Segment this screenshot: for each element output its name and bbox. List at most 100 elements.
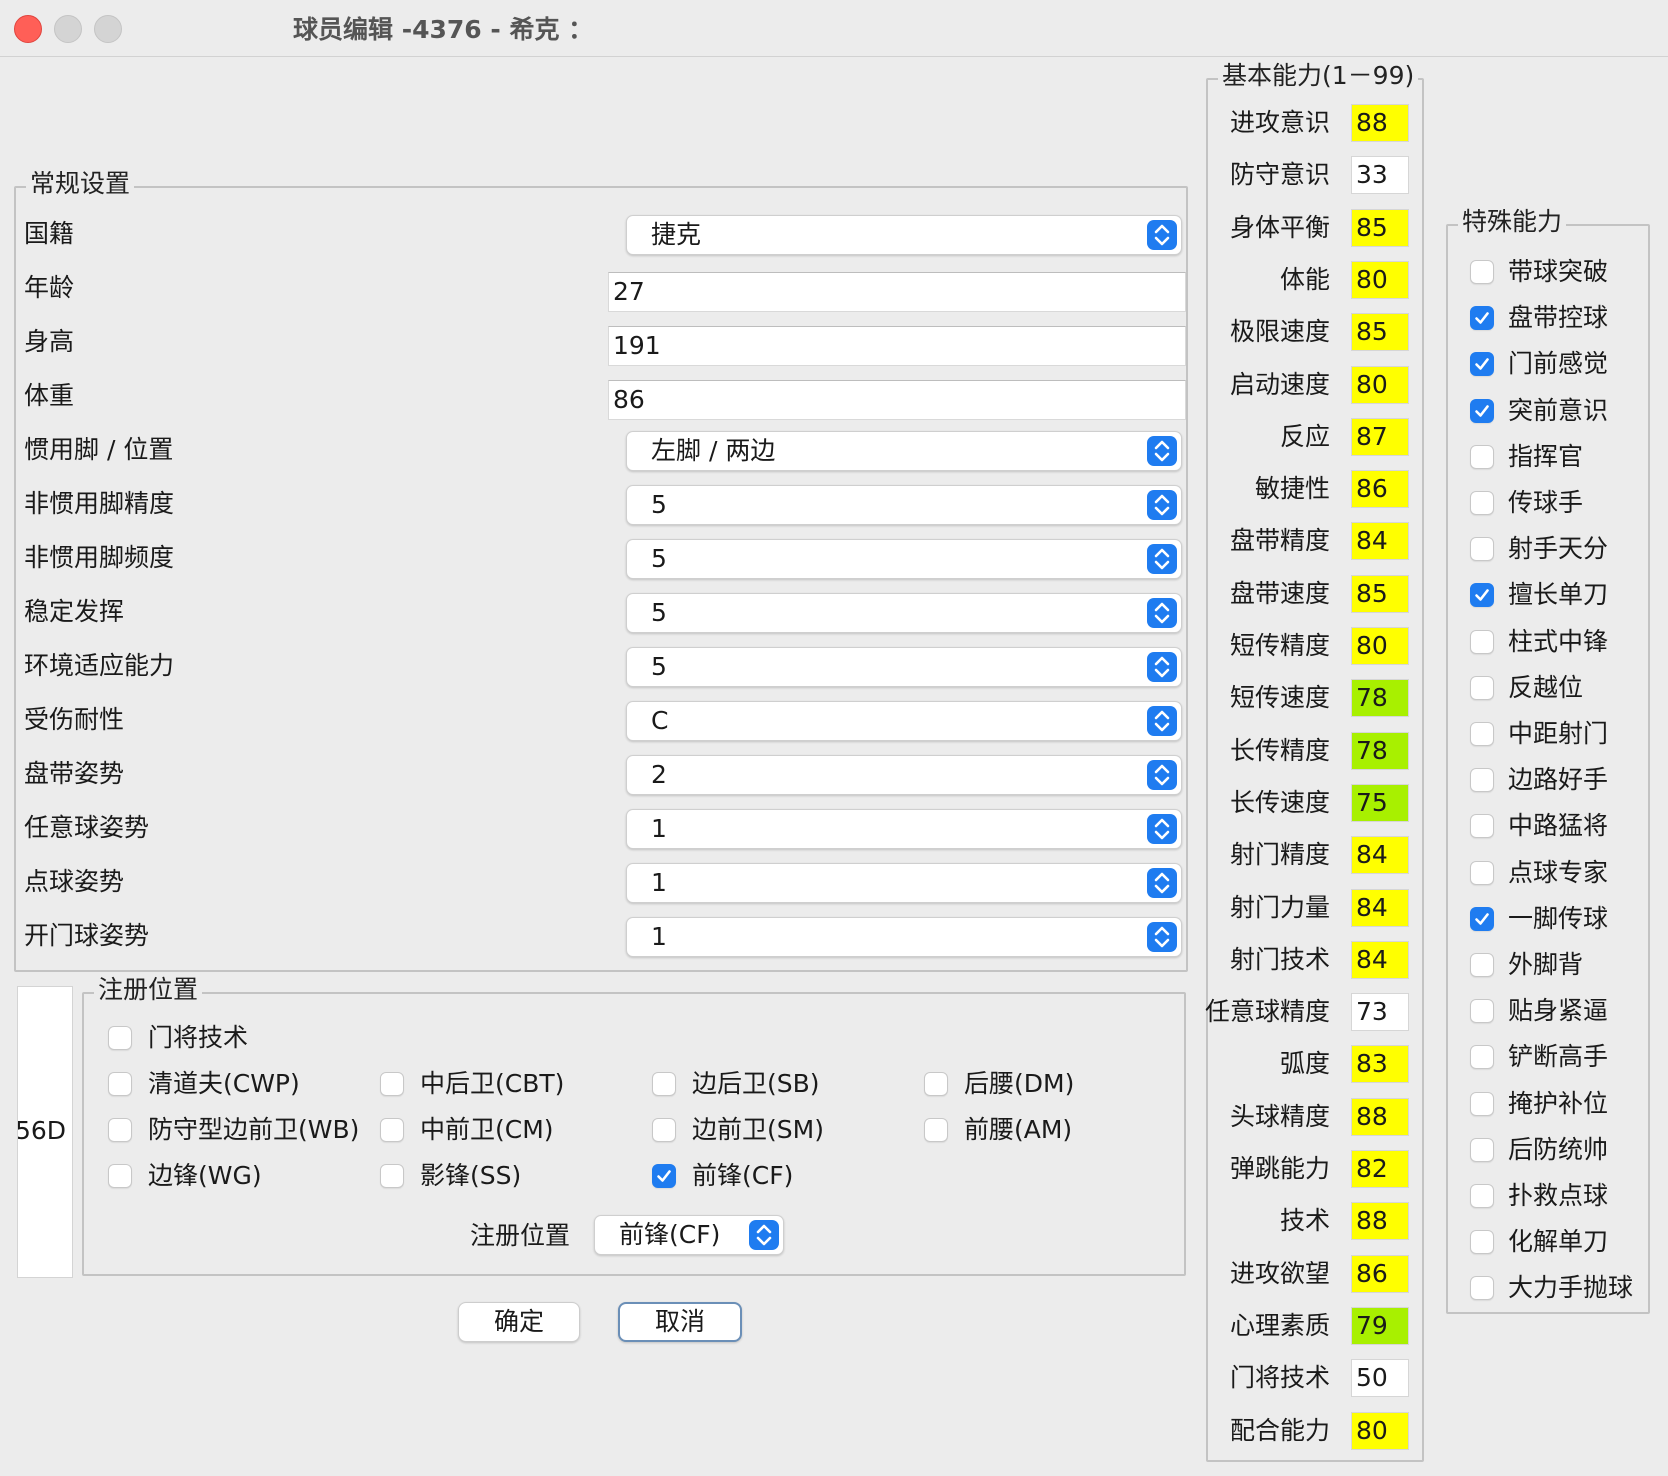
- special-label-7[interactable]: 擅长单刀: [1508, 579, 1608, 611]
- position-checkbox-3[interactable]: [652, 1072, 676, 1096]
- free-kick-style-select[interactable]: 1: [626, 809, 1182, 849]
- ability-value-1[interactable]: 33: [1351, 156, 1409, 195]
- position-checkbox-5[interactable]: [108, 1118, 132, 1142]
- special-checkbox-16[interactable]: [1470, 999, 1494, 1024]
- special-label-4[interactable]: 指挥官: [1508, 441, 1583, 473]
- special-label-2[interactable]: 门前感觉: [1508, 348, 1608, 380]
- special-label-17[interactable]: 铲断高手: [1508, 1041, 1608, 1073]
- special-checkbox-4[interactable]: [1470, 444, 1494, 469]
- ability-value-15[interactable]: 84: [1351, 888, 1409, 927]
- position-checkbox-10[interactable]: [380, 1164, 404, 1188]
- ability-value-23[interactable]: 79: [1351, 1306, 1409, 1345]
- weight-field[interactable]: 86: [608, 380, 1186, 420]
- position-label-2[interactable]: 中后卫(CBT): [420, 1068, 564, 1100]
- ability-value-25[interactable]: 80: [1351, 1411, 1409, 1450]
- special-checkbox-2[interactable]: [1470, 352, 1494, 377]
- position-checkbox-11[interactable]: [652, 1164, 676, 1188]
- special-checkbox-22[interactable]: [1470, 1276, 1494, 1301]
- position-label-8[interactable]: 前腰(AM): [964, 1114, 1072, 1146]
- special-label-9[interactable]: 反越位: [1508, 672, 1583, 704]
- special-checkbox-17[interactable]: [1470, 1045, 1494, 1070]
- special-label-18[interactable]: 掩护补位: [1508, 1088, 1608, 1120]
- position-label-3[interactable]: 边后卫(SB): [692, 1068, 820, 1100]
- special-label-11[interactable]: 边路好手: [1508, 764, 1608, 796]
- nationality-select[interactable]: 捷克: [626, 215, 1182, 255]
- position-label-4[interactable]: 后腰(DM): [964, 1068, 1074, 1100]
- special-checkbox-3[interactable]: [1470, 398, 1494, 423]
- close-window-button[interactable]: [14, 15, 42, 43]
- position-checkbox-8[interactable]: [924, 1118, 948, 1142]
- height-field[interactable]: 191: [608, 326, 1186, 366]
- special-label-22[interactable]: 大力手抛球: [1508, 1272, 1633, 1304]
- ability-value-16[interactable]: 84: [1351, 940, 1409, 979]
- special-label-12[interactable]: 中路猛将: [1508, 810, 1608, 842]
- penalty-style-select[interactable]: 1: [626, 863, 1182, 903]
- special-label-3[interactable]: 突前意识: [1508, 395, 1608, 427]
- special-checkbox-11[interactable]: [1470, 768, 1494, 793]
- special-checkbox-5[interactable]: [1470, 491, 1494, 515]
- position-label-0[interactable]: 门将技术: [148, 1022, 248, 1054]
- special-checkbox-9[interactable]: [1470, 675, 1494, 700]
- goal-kick-style-select[interactable]: 1: [626, 917, 1182, 957]
- maximize-window-button[interactable]: [94, 15, 122, 43]
- position-checkbox-6[interactable]: [380, 1118, 404, 1142]
- special-checkbox-19[interactable]: [1470, 1137, 1494, 1162]
- special-checkbox-12[interactable]: [1470, 814, 1494, 839]
- ability-value-11[interactable]: 78: [1351, 679, 1409, 718]
- ability-value-2[interactable]: 85: [1351, 208, 1409, 247]
- special-label-8[interactable]: 柱式中锋: [1508, 626, 1608, 658]
- injury-tolerance-select[interactable]: C: [626, 701, 1182, 741]
- special-label-10[interactable]: 中距射门: [1508, 718, 1608, 750]
- position-checkbox-4[interactable]: [924, 1072, 948, 1096]
- ability-value-10[interactable]: 80: [1351, 627, 1409, 665]
- ability-value-3[interactable]: 80: [1351, 260, 1409, 299]
- position-label-10[interactable]: 影锋(SS): [420, 1160, 521, 1192]
- position-label-6[interactable]: 中前卫(CM): [420, 1114, 554, 1146]
- special-label-21[interactable]: 化解单刀: [1508, 1226, 1608, 1258]
- minimize-window-button[interactable]: [54, 15, 82, 43]
- special-label-15[interactable]: 外脚背: [1508, 949, 1583, 981]
- ability-value-21[interactable]: 88: [1351, 1202, 1409, 1241]
- special-checkbox-13[interactable]: [1470, 860, 1494, 885]
- weak-foot-accuracy-select[interactable]: 5: [626, 485, 1182, 525]
- special-label-1[interactable]: 盘带控球: [1508, 302, 1608, 334]
- special-label-0[interactable]: 带球突破: [1508, 256, 1608, 288]
- ability-value-9[interactable]: 85: [1351, 574, 1409, 613]
- position-label-11[interactable]: 前锋(CF): [692, 1160, 793, 1192]
- ability-value-18[interactable]: 83: [1351, 1045, 1409, 1084]
- cancel-button[interactable]: 取消: [618, 1302, 742, 1342]
- ability-value-22[interactable]: 86: [1351, 1254, 1409, 1293]
- special-checkbox-14[interactable]: [1470, 906, 1494, 931]
- ability-value-8[interactable]: 84: [1351, 522, 1409, 561]
- special-checkbox-21[interactable]: [1470, 1230, 1494, 1255]
- ability-value-24[interactable]: 50: [1351, 1359, 1409, 1398]
- position-label-1[interactable]: 清道夫(CWP): [148, 1068, 300, 1100]
- special-label-5[interactable]: 传球手: [1508, 487, 1583, 519]
- ability-value-19[interactable]: 88: [1351, 1097, 1409, 1136]
- position-checkbox-2[interactable]: [380, 1072, 404, 1096]
- ability-value-0[interactable]: 88: [1351, 104, 1409, 142]
- special-checkbox-8[interactable]: [1470, 629, 1494, 654]
- special-checkbox-6[interactable]: [1470, 537, 1494, 562]
- position-label-5[interactable]: 防守型边前卫(WB): [148, 1114, 359, 1146]
- registered-position-select[interactable]: 前锋(CF): [594, 1215, 784, 1255]
- special-checkbox-1[interactable]: [1470, 306, 1494, 331]
- position-checkbox-0[interactable]: [108, 1026, 132, 1050]
- position-label-9[interactable]: 边锋(WG): [148, 1160, 262, 1192]
- ability-value-7[interactable]: 86: [1351, 470, 1409, 509]
- special-label-14[interactable]: 一脚传球: [1508, 903, 1608, 935]
- condition-select[interactable]: 5: [626, 647, 1182, 687]
- age-field[interactable]: 27: [608, 272, 1186, 312]
- position-checkbox-9[interactable]: [108, 1164, 132, 1188]
- special-checkbox-10[interactable]: [1470, 722, 1494, 746]
- weak-foot-frequency-select[interactable]: 5: [626, 539, 1182, 579]
- special-checkbox-15[interactable]: [1470, 953, 1494, 977]
- ability-value-14[interactable]: 84: [1351, 836, 1409, 875]
- special-checkbox-0[interactable]: [1470, 260, 1494, 284]
- ability-value-12[interactable]: 78: [1351, 731, 1409, 770]
- special-label-13[interactable]: 点球专家: [1508, 857, 1608, 889]
- consistency-select[interactable]: 5: [626, 593, 1182, 633]
- special-checkbox-18[interactable]: [1470, 1091, 1494, 1116]
- special-label-6[interactable]: 射手天分: [1508, 533, 1608, 565]
- ability-value-4[interactable]: 85: [1351, 313, 1409, 352]
